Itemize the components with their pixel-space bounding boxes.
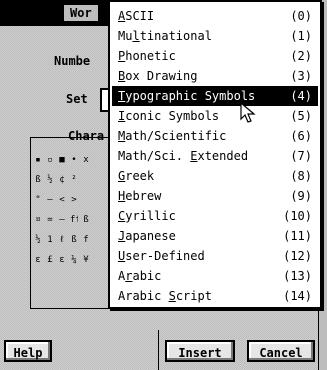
menu-item[interactable]: Iconic Symbols (5) xyxy=(112,106,318,126)
menu-item-code: (12) xyxy=(283,249,312,263)
menu-item-label: Greek xyxy=(118,169,155,183)
cancel-button[interactable]: Cancel xyxy=(247,340,315,362)
menu-item-code: (14) xyxy=(283,289,312,303)
insert-button[interactable]: Insert xyxy=(165,340,235,362)
menu-item[interactable]: Greek (8) xyxy=(112,166,318,186)
menu-item-label: Iconic Symbols xyxy=(118,109,220,123)
mouse-pointer-icon xyxy=(240,102,256,123)
menu-item-code: (2) xyxy=(290,49,312,63)
char-grid-row: ½1ℓßf xyxy=(34,230,114,250)
char-cell[interactable]: ε xyxy=(58,253,66,267)
menu-item-label: Phonetic xyxy=(118,49,176,63)
menu-item-label: Cyrillic xyxy=(118,209,176,223)
character-set-menu[interactable]: ASCII (0) Multinational (1) Phonetic (2) Box D… xyxy=(108,0,322,309)
menu-item[interactable]: Arabic Script (14) xyxy=(112,286,318,306)
menu-item[interactable]: Multinational (1) xyxy=(112,26,318,46)
menu-item-code: (7) xyxy=(290,149,312,163)
menu-item-code: (5) xyxy=(290,109,312,123)
divider xyxy=(158,330,159,370)
char-grid-row: ß ½ ¢ ² xyxy=(34,170,114,190)
char-cell[interactable]: – xyxy=(46,193,54,207)
char-cell[interactable]: > xyxy=(70,193,78,207)
menu-item-code: (4) xyxy=(290,89,312,103)
menu-item-label: Typographic Symbols xyxy=(118,89,256,103)
char-grid-row: " – < > xyxy=(34,190,114,210)
menu-item-code: (8) xyxy=(290,169,312,183)
char-cell[interactable]: " xyxy=(34,193,42,207)
char-cell[interactable]: ² xyxy=(70,173,78,187)
char-cell[interactable]: = xyxy=(46,213,54,227)
help-button[interactable]: Help xyxy=(4,340,52,362)
menu-item-code: (10) xyxy=(283,209,312,223)
char-cell[interactable]: ▫ xyxy=(46,153,54,167)
menu-item[interactable]: Hebrew (9) xyxy=(112,186,318,206)
char-cell[interactable]: ε xyxy=(34,253,42,267)
char-grid-row: ▪ ▫ ■ • x xyxy=(34,150,114,170)
menu-item-code: (9) xyxy=(290,189,312,203)
menu-item-label: User-Defined xyxy=(118,249,205,263)
menu-item-code: (0) xyxy=(290,9,312,23)
menu-item-code: (11) xyxy=(283,229,312,243)
set-label: Set xyxy=(66,92,88,106)
menu-item[interactable]: Typographic Symbols (4) xyxy=(112,86,318,106)
menu-item-code: (1) xyxy=(290,29,312,43)
dialog-title: Wor xyxy=(64,5,98,21)
menu-item[interactable]: ASCII (0) xyxy=(112,6,318,26)
menu-item[interactable]: User-Defined (12) xyxy=(112,246,318,266)
menu-item-label: Hebrew xyxy=(118,189,162,203)
menu-item-label: Arabic xyxy=(118,269,162,283)
menu-item[interactable]: Japanese (11) xyxy=(112,226,318,246)
char-cell[interactable]: £ xyxy=(46,253,54,267)
menu-item[interactable]: Math/Sci. Extended (7) xyxy=(112,146,318,166)
char-cell[interactable]: – xyxy=(58,213,66,227)
char-cell[interactable]: f xyxy=(82,233,90,247)
char-cell[interactable]: ¥ xyxy=(82,253,90,267)
menu-item-label: Box Drawing xyxy=(118,69,198,83)
char-cell[interactable] xyxy=(82,173,90,187)
char-cell[interactable]: ff xyxy=(70,213,78,227)
menu-item-label: Math/Sci. Extended xyxy=(118,149,249,163)
char-cell[interactable]: ß xyxy=(82,213,90,227)
menu-item-label: Math/Scientific xyxy=(118,129,227,143)
char-cell[interactable]: ¼ xyxy=(70,253,78,267)
menu-item-code: (6) xyxy=(290,129,312,143)
menu-item-label: Arabic Script xyxy=(118,289,212,303)
menu-item-label: Japanese xyxy=(118,229,176,243)
menu-item[interactable]: Phonetic (2) xyxy=(112,46,318,66)
char-cell[interactable]: x xyxy=(82,153,90,167)
char-cell[interactable]: ½ xyxy=(46,173,54,187)
char-cell[interactable]: ¤ xyxy=(34,213,42,227)
char-cell[interactable]: 1 xyxy=(46,233,54,247)
char-cell[interactable]: • xyxy=(70,153,78,167)
menu-item[interactable]: Arabic (13) xyxy=(112,266,318,286)
char-cell[interactable]: ½ xyxy=(34,233,42,247)
char-cell[interactable]: ß xyxy=(34,173,42,187)
char-grid-row: ¤ =–ffß xyxy=(34,210,114,230)
menu-item[interactable]: Math/Scientific (6) xyxy=(112,126,318,146)
menu-item-code: (3) xyxy=(290,69,312,83)
char-grid-row: ε £ ε ¼ ¥ xyxy=(34,250,114,270)
char-cell[interactable]: ℓ xyxy=(58,233,66,247)
char-cell[interactable]: ▪ xyxy=(34,153,42,167)
character-grid[interactable]: ▪▫■•xß½¢²"–<>¤=–ffß½1ℓßfε£ε¼¥ xyxy=(34,150,114,270)
char-cell[interactable]: ß xyxy=(70,233,78,247)
char-cell[interactable]: ■ xyxy=(58,153,66,167)
menu-item[interactable]: Cyrillic (10) xyxy=(112,206,318,226)
menu-item-label: ASCII xyxy=(118,9,155,23)
char-cell[interactable] xyxy=(82,193,90,207)
menu-item-code: (13) xyxy=(283,269,312,283)
char-cell[interactable]: ¢ xyxy=(58,173,66,187)
menu-item-label: Multinational xyxy=(118,29,212,43)
number-label: Numbe xyxy=(54,54,91,68)
menu-item[interactable]: Box Drawing (3) xyxy=(112,66,318,86)
char-cell[interactable]: < xyxy=(58,193,66,207)
